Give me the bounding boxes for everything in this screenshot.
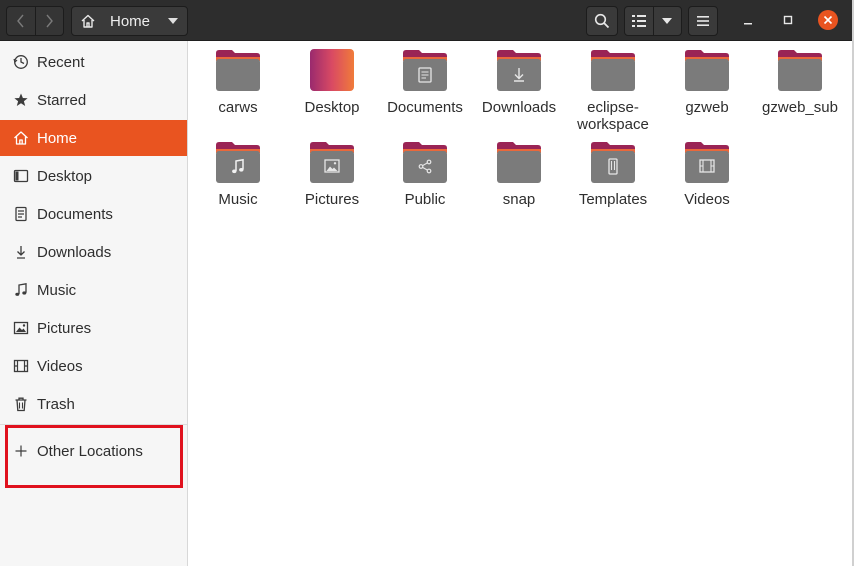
path-menu-caret-icon[interactable]	[168, 18, 178, 24]
sidebar-item-downloads[interactable]: Downloads	[0, 234, 187, 270]
sidebar-item-label: Recent	[37, 53, 85, 71]
sidebar-item-label: Music	[37, 281, 77, 299]
file-name: Templates	[578, 191, 648, 208]
file-item-gzweb-sub[interactable]: gzweb_sub	[754, 49, 846, 116]
file-item-music[interactable]: Music	[192, 141, 284, 208]
desktop-icon	[12, 167, 30, 185]
view-options-group	[624, 6, 682, 36]
sidebar-item-label: Desktop	[37, 167, 93, 185]
chevron-left-icon	[16, 14, 24, 28]
file-item-desktop[interactable]: Desktop	[286, 49, 378, 116]
sidebar-item-label: Starred	[37, 91, 87, 109]
maximize-icon	[783, 15, 793, 25]
sidebar-item-label: Home	[37, 129, 78, 147]
minimize-button[interactable]	[736, 8, 760, 32]
sidebar-item-label: Downloads	[37, 243, 112, 261]
file-manager-window: Home Recent Starred Home Desktop Documen…	[0, 0, 852, 566]
file-name: Videos	[684, 191, 730, 208]
forward-button[interactable]	[34, 7, 64, 35]
list-view-button[interactable]	[625, 7, 653, 35]
sidebar-item-home[interactable]: Home	[0, 120, 187, 156]
trash-icon	[12, 395, 30, 413]
file-item-videos[interactable]: Videos	[661, 141, 753, 208]
sidebar-item-videos[interactable]: Videos	[0, 348, 187, 384]
file-item-pictures[interactable]: Pictures	[286, 141, 378, 208]
picture-icon	[12, 319, 30, 337]
search-button[interactable]	[586, 6, 618, 36]
file-item-gzweb[interactable]: gzweb	[661, 49, 753, 116]
file-name: Documents	[387, 99, 463, 116]
sidebar-item-label: Documents	[37, 205, 113, 223]
file-item-public[interactable]: Public	[379, 141, 471, 208]
close-button[interactable]	[818, 10, 838, 30]
share-folder-icon	[401, 141, 449, 185]
maximize-button[interactable]	[776, 8, 800, 32]
file-name: Public	[404, 191, 446, 208]
search-icon	[594, 13, 610, 29]
file-name: Pictures	[304, 191, 360, 208]
sidebar-item-label: Videos	[37, 357, 83, 375]
path-bar-home-button[interactable]: Home	[71, 6, 188, 36]
sidebar-item-music[interactable]: Music	[0, 272, 187, 308]
star-icon	[12, 91, 30, 109]
folder-icon	[214, 49, 262, 93]
navigation-buttons	[6, 6, 64, 36]
sidebar-item-documents[interactable]: Documents	[0, 196, 187, 232]
music-icon	[12, 281, 30, 299]
file-item-templates[interactable]: Templates	[567, 141, 659, 208]
list-view-icon	[631, 15, 646, 27]
close-icon	[823, 15, 833, 25]
sidebar-item-label: Trash	[37, 395, 75, 413]
desktop-folder-icon	[308, 49, 356, 93]
back-button[interactable]	[7, 7, 35, 35]
file-name: snap	[502, 191, 536, 208]
file-item-snap[interactable]: snap	[473, 141, 565, 208]
home-icon	[80, 13, 102, 29]
file-item-downloads[interactable]: Downloads	[473, 49, 565, 116]
picture-folder-icon	[308, 141, 356, 185]
download-folder-icon	[495, 49, 543, 93]
main-menu-button[interactable]	[688, 6, 718, 36]
sidebar-item-recent[interactable]: Recent	[0, 44, 187, 80]
path-label: Home	[110, 12, 151, 30]
header-bar: Home	[0, 0, 852, 41]
sidebar-item-pictures[interactable]: Pictures	[0, 310, 187, 346]
view-menu-button[interactable]	[652, 7, 682, 35]
sidebar-item-label: Pictures	[37, 319, 92, 337]
folder-icon	[495, 141, 543, 185]
file-name: eclipse- workspace	[577, 99, 649, 133]
file-item-eclipse-workspace[interactable]: eclipse- workspace	[567, 49, 659, 133]
file-name: gzweb_sub	[762, 99, 838, 116]
video-icon	[12, 357, 30, 375]
minimize-icon	[744, 23, 752, 25]
file-name: carws	[218, 99, 258, 116]
file-name: Desktop	[304, 99, 360, 116]
folder-icon	[589, 49, 637, 93]
music-folder-icon	[214, 141, 262, 185]
sidebar-item-desktop[interactable]: Desktop	[0, 158, 187, 194]
file-item-carws[interactable]: carws	[192, 49, 284, 116]
document-icon	[12, 205, 30, 223]
folder-icon	[776, 49, 824, 93]
chevron-right-icon	[46, 14, 54, 28]
clock-icon	[12, 53, 30, 71]
download-icon	[12, 243, 30, 261]
file-name: Downloads	[481, 99, 557, 116]
file-item-documents[interactable]: Documents	[379, 49, 471, 116]
folder-icon	[683, 49, 731, 93]
sidebar-item-starred[interactable]: Starred	[0, 82, 187, 118]
video-folder-icon	[683, 141, 731, 185]
template-folder-icon	[589, 141, 637, 185]
file-name: gzweb	[685, 99, 729, 116]
sidebar-item-trash[interactable]: Trash	[0, 386, 187, 422]
file-view: carws Desktop Documents Downloads eclipse- w…	[188, 41, 852, 566]
document-folder-icon	[401, 49, 449, 93]
home-icon	[12, 129, 30, 147]
highlight-annotation-box	[5, 425, 183, 488]
hamburger-menu-icon	[697, 16, 709, 26]
file-name: Music	[218, 191, 258, 208]
chevron-down-icon	[662, 18, 673, 24]
